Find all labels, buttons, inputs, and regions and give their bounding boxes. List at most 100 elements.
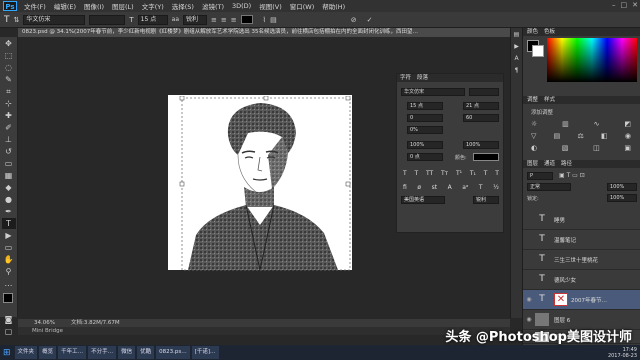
layer-row[interactable]: T 睡男 [523,210,640,230]
taskbar-item[interactable]: [千诺]… [191,346,219,359]
char-language-select[interactable]: 美国英语 [401,196,445,204]
all-caps-icon[interactable]: TT [426,170,433,178]
layer-row-selected[interactable]: ◉ T ✕ 2007年春节… [523,290,640,310]
underline-icon[interactable]: T [484,170,488,178]
visibility-eye-icon[interactable]: ◉ [523,316,535,323]
layer-row[interactable]: T 温馨笔记 [523,230,640,250]
taskbar-item[interactable]: 0823.ps… [156,346,190,359]
char-kerning-field[interactable]: 0 [407,114,443,122]
foreground-color-swatch[interactable] [3,293,13,303]
superscript-icon[interactable]: T¹ [456,170,462,178]
eraser-tool-icon[interactable]: ▭ [2,158,16,169]
opacity-field[interactable]: 100% [607,183,637,191]
char-color-swatch[interactable] [473,153,499,161]
taskbar-item[interactable]: 微信 [118,346,136,359]
char-tsume-field[interactable]: 0% [407,126,443,134]
faux-italic-icon[interactable]: T [414,170,418,178]
blur-tool-icon[interactable]: ◆ [2,182,16,193]
menu-file[interactable]: 文件(F) [20,1,50,11]
tab-swatches[interactable]: 色板 [544,28,555,36]
warp-text-icon[interactable]: ⌇ [263,16,266,24]
subscript-icon[interactable]: T₁ [470,170,476,178]
oldstyle-icon[interactable]: ø [417,184,421,192]
bw-icon[interactable]: ◧ [601,132,608,140]
char-baseline-field[interactable]: 0 点 [407,153,443,161]
screen-mode-icon[interactable]: ▢ [2,326,16,337]
menu-view[interactable]: 视图(V) [255,1,286,11]
document-tab[interactable]: 0823.psd @ 34.1%(2007年春节前，李少红新电视剧《红楼梦》剧组… [18,28,510,37]
char-opentype-buttons[interactable]: fi ø st Aaᵃ T ½ [403,184,499,192]
close-icon[interactable]: ✕ [632,1,638,9]
type-tool-icon[interactable]: T [4,15,10,25]
anti-alias-select[interactable]: 锐利 [183,14,208,25]
healing-tool-icon[interactable]: ✚ [2,110,16,121]
menu-image[interactable]: 图像(I) [80,1,108,11]
char-vertical-scale-field[interactable]: 100% [407,141,443,149]
char-anti-alias-select[interactable]: 锐利 [473,196,499,204]
fraction-icon[interactable]: ½ [493,184,499,192]
tab-color[interactable]: 颜色 [527,28,538,36]
crop-tool-icon[interactable]: ⌗ [2,86,16,97]
orientation-toggle-icon[interactable]: ⇅ [14,16,20,24]
layer-filter-select[interactable]: P [527,172,553,180]
color-balance-icon[interactable]: ⚖ [577,132,583,140]
panels-toggle-icon[interactable]: ▤ [270,16,277,24]
transform-bounding-box[interactable] [170,96,354,272]
tab-channels[interactable]: 通道 [544,160,555,168]
char-font-style-select[interactable] [469,88,499,96]
taskbar-item[interactable]: 优酷 [137,346,155,359]
visibility-eye-icon[interactable]: ◉ [523,296,535,303]
menu-select[interactable]: 选择(S) [168,1,198,11]
blend-mode-select[interactable]: 正常 [527,183,571,191]
brush-tool-icon[interactable]: ✐ [2,122,16,133]
lasso-tool-icon[interactable]: ◌ [2,62,16,73]
paragraph-panel-icon[interactable]: ¶ [512,65,522,76]
layer-row[interactable]: T 三生三世十里桃花 [523,250,640,270]
char-leading-field[interactable]: 21 点 [463,102,499,110]
align-left-icon[interactable]: ≡ [211,16,217,24]
actions-icon[interactable]: ▶ [512,41,522,52]
menu-filter[interactable]: 滤镜(T) [198,1,228,11]
history-icon[interactable]: ▤ [512,29,522,40]
font-size-select[interactable]: 15 点 [137,14,168,25]
start-icon[interactable]: ⊞ [3,348,11,358]
align-right-icon[interactable]: ≡ [231,16,237,24]
taskbar-item[interactable]: 文件夹 [14,346,38,359]
alt-icon[interactable]: A [448,184,452,192]
move-tool-icon[interactable]: ✥ [2,38,16,49]
tab-styles[interactable]: 样式 [544,96,555,104]
stamp-tool-icon[interactable]: ⊥ [2,134,16,145]
adjustment-icons-row-3[interactable]: ◐ ▧ ◫ ▣ [531,144,631,152]
menu-3d[interactable]: 3D(D) [228,2,255,10]
invert-icon[interactable]: ◐ [531,144,537,152]
hand-tool-icon[interactable]: ✋ [2,254,16,265]
document-size[interactable]: 文档:3.82M/7.67M [71,319,120,327]
text-color-swatch[interactable] [240,15,253,24]
maximize-icon[interactable]: □ [621,1,628,9]
minimize-icon[interactable]: – [612,1,616,9]
font-family-select[interactable]: 华文仿宋 [23,14,86,25]
tab-character[interactable]: 字符 [400,74,411,82]
char-style-buttons[interactable]: T T TT Tт T¹ T₁ T T [403,170,499,178]
threshold-icon[interactable]: ◫ [593,144,600,152]
quick-mask-icon[interactable]: ◙ [2,314,16,325]
commit-icon[interactable]: ✓ [367,16,373,24]
vibrance-icon[interactable]: ▽ [531,132,536,140]
quick-select-tool-icon[interactable]: ✎ [2,74,16,85]
font-style-select[interactable] [89,14,126,25]
pen-tool-icon[interactable]: ✒ [2,206,16,217]
mini-bridge-tab[interactable]: Mini Bridge [18,327,510,335]
ordinal-icon[interactable]: aᵃ [462,184,468,192]
strikethrough-icon[interactable]: T [495,170,499,178]
char-font-family-select[interactable]: 华文仿宋 [401,88,465,96]
curves-icon[interactable]: ∿ [594,120,600,128]
taskbar-clock[interactable]: 17:49 2017-08-23 [608,347,637,359]
tab-paragraph[interactable]: 段落 [417,74,428,82]
posterize-icon[interactable]: ▧ [562,144,569,152]
layer-filter-icons[interactable]: ▣ T ▭ ⊡ [559,172,585,179]
faux-bold-icon[interactable]: T [403,170,407,178]
titling-icon[interactable]: T [479,184,483,192]
align-center-icon[interactable]: ≡ [221,16,227,24]
char-font-size-field[interactable]: 15 点 [407,102,443,110]
exposure-icon[interactable]: ◩ [624,120,631,128]
